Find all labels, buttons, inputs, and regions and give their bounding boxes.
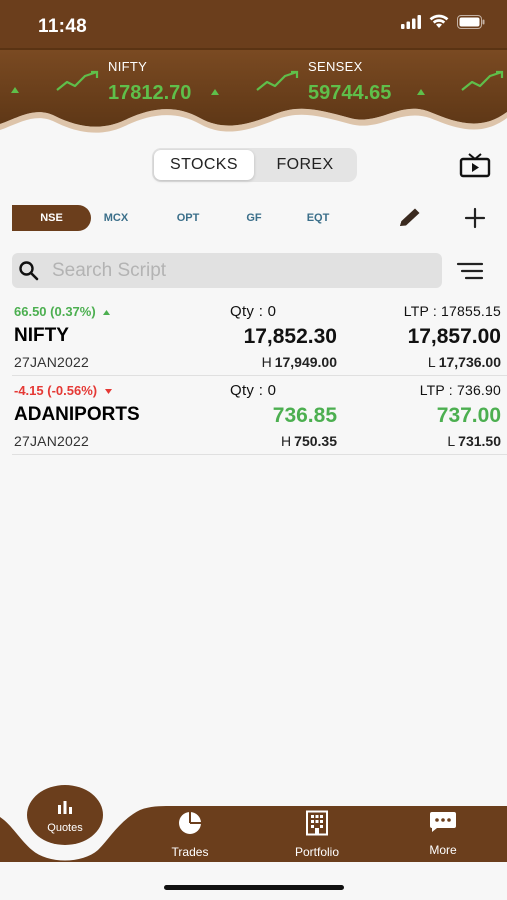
- quote-high: H 17,949.00: [262, 354, 337, 370]
- tab-opt[interactable]: OPT: [168, 205, 208, 231]
- quote-row-adaniports[interactable]: -4.15 (-0.56%) Qty : 0 LTP : 736.90 ADAN…: [12, 377, 507, 455]
- wifi-icon: [429, 14, 449, 28]
- quote-change-value: 66.50 (0.37%): [14, 304, 96, 319]
- building-icon: [306, 810, 328, 836]
- status-icons: [401, 14, 485, 29]
- ticker-value: 59744.65: [308, 82, 392, 104]
- ticker-nifty[interactable]: NIFTY 17812.70: [108, 52, 238, 107]
- quote-ask: 17,857.00: [407, 325, 501, 348]
- filter-menu-icon[interactable]: [456, 262, 484, 280]
- high-value: 17,949.00: [274, 354, 337, 370]
- tab-mcx[interactable]: MCX: [96, 205, 136, 231]
- quote-ltp: LTP : 17855.15: [403, 303, 501, 319]
- quote-low: L 17,736.00: [428, 354, 501, 370]
- quote-qty: Qty : 0: [230, 303, 277, 320]
- low-value: 731.50: [458, 433, 501, 449]
- tab-gf[interactable]: GF: [234, 205, 274, 231]
- chat-bubble-icon: [430, 812, 456, 832]
- up-arrow-icon: [417, 89, 425, 95]
- ticker-name: NIFTY: [108, 59, 148, 74]
- ticker-sensex[interactable]: SENSEX 59744.65: [308, 52, 448, 107]
- tab-label: Quotes: [47, 822, 83, 834]
- home-indicator[interactable]: [164, 885, 344, 890]
- status-bar: 11:48: [0, 0, 507, 50]
- tab-label: Trades: [171, 845, 209, 859]
- quote-symbol: ADANIPORTS: [14, 404, 140, 425]
- tab-label: Portfolio: [294, 845, 340, 859]
- low-prefix: L: [427, 354, 436, 370]
- down-arrow-icon: [104, 389, 112, 394]
- tab-portfolio[interactable]: Portfolio: [267, 810, 367, 860]
- quote-change-value: -4.15 (-0.56%): [14, 383, 98, 398]
- exchange-tabs: NSE MCX OPT GF EQT: [12, 205, 382, 231]
- bar-chart-icon: [58, 801, 72, 814]
- quote-low: L 731.50: [447, 433, 501, 449]
- low-value: 17,736.00: [438, 354, 501, 370]
- ticker-name: SENSEX: [308, 59, 363, 74]
- quote-expiry: 27JAN2022: [14, 433, 89, 449]
- up-arrow-icon: [103, 310, 111, 315]
- search-bar: [12, 253, 442, 288]
- pie-chart-icon: [179, 812, 201, 834]
- plus-icon[interactable]: [463, 206, 487, 230]
- low-prefix: L: [447, 433, 456, 449]
- tv-icon[interactable]: [459, 152, 491, 178]
- quote-high: H 750.35: [281, 433, 337, 449]
- bottom-tab-bar: Quotes Trades Portfolio More: [0, 780, 507, 880]
- tab-trades[interactable]: Trades: [140, 810, 240, 860]
- quote-ltp: LTP : 736.90: [419, 382, 501, 398]
- quote-bid: 736.85: [272, 404, 337, 427]
- sparkline-icon: [56, 70, 99, 91]
- pencil-icon[interactable]: [396, 206, 424, 230]
- market-header: 11:48 NIFTY 17812.70 SENSEX 59744.65: [0, 0, 507, 140]
- segment-control: STOCKS FOREX: [152, 148, 357, 182]
- tab-forex[interactable]: FOREX: [256, 150, 354, 180]
- tab-stocks[interactable]: STOCKS: [154, 150, 254, 180]
- quote-bid: 17,852.30: [243, 325, 337, 348]
- status-time: 11:48: [38, 16, 88, 37]
- tab-quotes[interactable]: Quotes: [27, 785, 103, 845]
- quote-row-nifty[interactable]: 66.50 (0.37%) Qty : 0 LTP : 17855.15 NIF…: [12, 298, 507, 376]
- cellular-signal-icon: [401, 14, 421, 29]
- high-value: 750.35: [294, 433, 337, 449]
- sparkline-icon: [256, 70, 299, 91]
- high-prefix: H: [261, 354, 272, 370]
- quote-change: -4.15 (-0.56%): [14, 383, 113, 398]
- tab-eqt[interactable]: EQT: [298, 205, 338, 231]
- tab-nse[interactable]: NSE: [12, 205, 91, 231]
- high-prefix: H: [281, 433, 292, 449]
- quote-symbol: NIFTY: [14, 325, 69, 346]
- quote-ask: 737.00: [436, 404, 501, 427]
- sparkline-icon: [461, 70, 504, 91]
- ticker-value: 17812.70: [108, 82, 192, 104]
- quote-expiry: 27JAN2022: [14, 354, 89, 370]
- battery-icon: [457, 14, 485, 29]
- up-arrow-icon: [11, 87, 19, 93]
- quote-change: 66.50 (0.37%): [14, 304, 111, 319]
- up-arrow-icon: [211, 89, 219, 95]
- tab-label: More: [429, 843, 457, 857]
- search-icon: [19, 261, 39, 281]
- search-input[interactable]: [52, 253, 432, 288]
- tab-more[interactable]: More: [393, 810, 493, 860]
- quote-qty: Qty : 0: [230, 382, 277, 399]
